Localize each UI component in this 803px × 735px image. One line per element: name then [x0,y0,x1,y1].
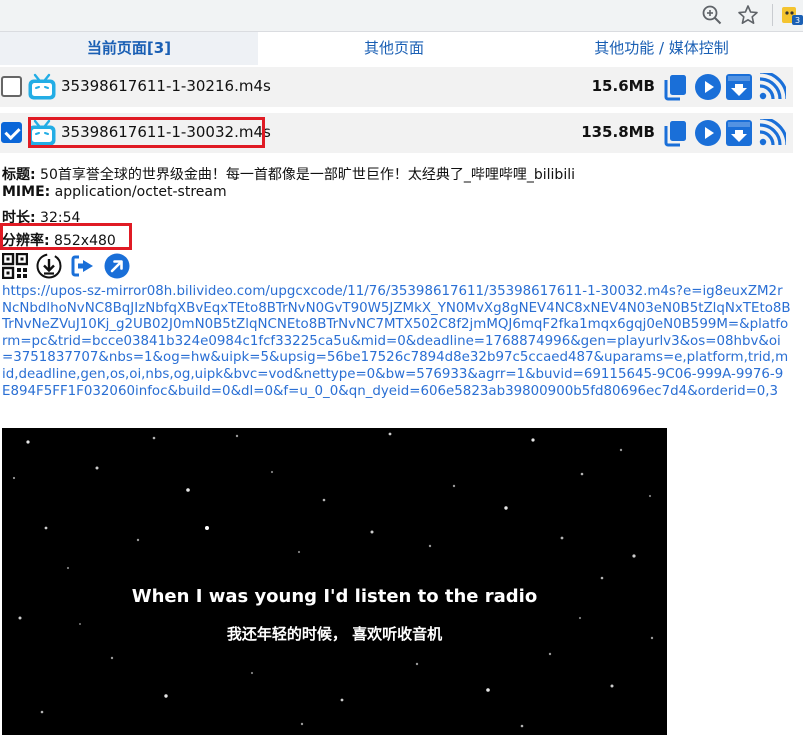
tab-other-pages[interactable]: 其他页面 [258,32,530,65]
play-icon[interactable] [694,73,722,101]
detail-mime: MIME: application/octet-stream [2,184,227,200]
rss-send-icon[interactable] [758,119,786,147]
detail-title-label: 标题: [2,167,36,183]
subtitle-chinese: 我还年轻的时候， 喜欢听收音机 [226,625,443,643]
download-circle-icon[interactable] [36,253,62,279]
row-checkbox-checked[interactable] [1,122,22,143]
subtitle-english: When I was young I'd listen to the radio [131,586,538,607]
cat-catch-extension-icon[interactable]: 3 [781,4,803,26]
qrcode-icon[interactable] [2,253,28,279]
bilibili-icon [28,73,56,100]
play-icon[interactable] [694,119,722,147]
media-row[interactable]: 35398617611-1-30216.m4s 15.6MB [0,67,793,107]
filename-highlight-box [28,117,265,148]
file-name: 35398617611-1-30216.m4s [61,77,271,95]
starfield-background [12,432,654,728]
copy-icon[interactable] [661,119,689,147]
tab-bar: 当前页面[3] 其他页面 其他功能 / 媒体控制 [0,32,803,65]
bookmark-star-icon[interactable] [737,4,759,26]
rss-send-icon[interactable] [758,73,786,101]
row-checkbox[interactable] [1,76,22,97]
detail-mime-value: application/octet-stream [50,184,227,200]
browser-toolbar: 3 [0,0,803,32]
invoke-app-icon[interactable] [70,253,96,279]
file-size: 15.6MB [591,77,655,95]
download-icon[interactable] [725,119,753,147]
resolution-highlight-box [0,223,132,250]
open-new-icon[interactable] [104,253,130,279]
detail-title: 标题: 50首享誉全球的世界级金曲！每一首都像是一部旷世巨作！太经典了_哔哩哔哩… [2,164,575,184]
media-url-link[interactable]: https://upos-sz-mirror08h.bilivideo.com/… [2,284,791,400]
zoom-icon[interactable] [701,4,723,26]
file-size: 135.8MB [581,123,655,141]
extension-badge: 3 [795,16,800,25]
tab-current-page[interactable]: 当前页面[3] [0,32,258,65]
copy-icon[interactable] [661,73,689,101]
toolbar-separator [772,4,773,26]
tab-other-features[interactable]: 其他功能 / 媒体控制 [530,32,793,65]
detail-mime-label: MIME: [2,184,51,200]
download-icon[interactable] [725,73,753,101]
detail-title-value: 50首享誉全球的世界级金曲！每一首都像是一部旷世巨作！太经典了_哔哩哔哩_bil… [35,167,575,183]
video-preview[interactable]: When I was young I'd listen to the radio… [2,428,667,735]
